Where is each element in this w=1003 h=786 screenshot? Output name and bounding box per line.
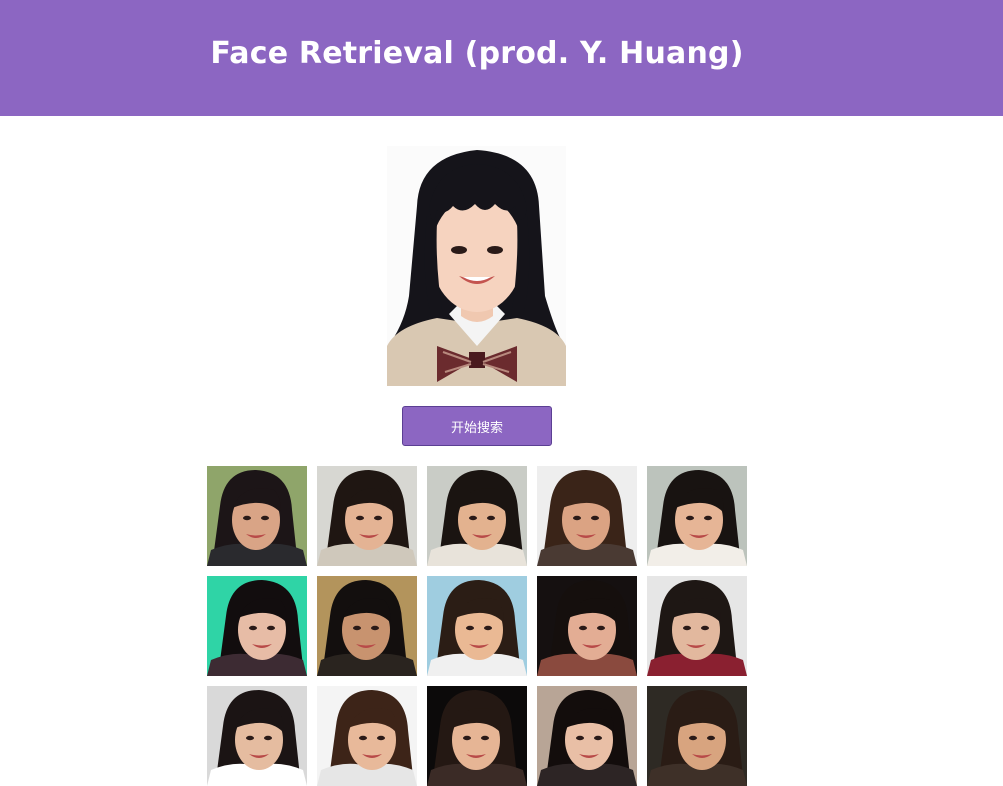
app-header: Face Retrieval (prod. Y. Huang) bbox=[0, 0, 1003, 116]
result-face-thumbnail[interactable] bbox=[427, 576, 527, 676]
result-face-thumbnail[interactable] bbox=[647, 576, 747, 676]
result-face-thumbnail[interactable] bbox=[207, 466, 307, 566]
result-face-thumbnail[interactable] bbox=[647, 466, 747, 566]
result-face-thumbnail[interactable] bbox=[537, 686, 637, 786]
result-face-thumbnail[interactable] bbox=[317, 686, 417, 786]
result-face-thumbnail[interactable] bbox=[537, 466, 637, 566]
result-face-thumbnail[interactable] bbox=[427, 466, 527, 566]
query-face-image bbox=[387, 146, 566, 386]
page-title: Face Retrieval (prod. Y. Huang) bbox=[210, 36, 744, 71]
result-face-thumbnail[interactable] bbox=[207, 686, 307, 786]
result-face-thumbnail[interactable] bbox=[317, 576, 417, 676]
start-search-button[interactable]: 开始搜索 bbox=[402, 406, 552, 446]
result-face-thumbnail[interactable] bbox=[427, 686, 527, 786]
result-face-thumbnail[interactable] bbox=[537, 576, 637, 676]
result-face-thumbnail[interactable] bbox=[647, 686, 747, 786]
results-grid bbox=[207, 466, 747, 786]
result-face-thumbnail[interactable] bbox=[317, 466, 417, 566]
result-face-thumbnail[interactable] bbox=[207, 576, 307, 676]
